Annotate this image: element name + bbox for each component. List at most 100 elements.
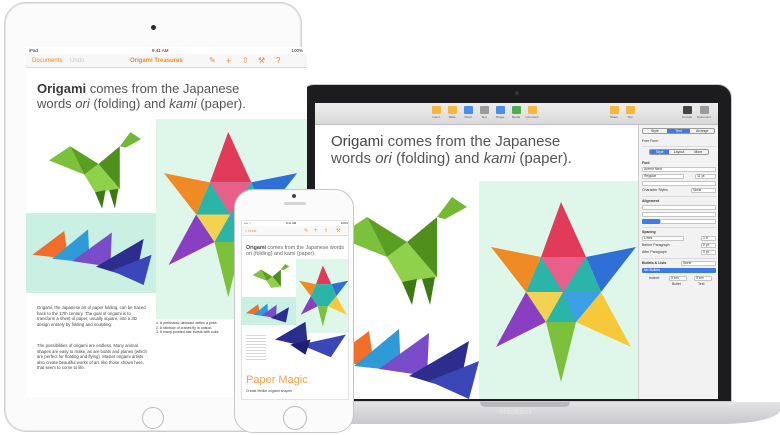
paper-magic-title[interactable]: Paper Magic — [246, 374, 346, 386]
format-inspector: Style Text Arrange Free Form Style Layou… — [638, 125, 718, 399]
tab-arrange[interactable]: Arrange — [690, 129, 714, 133]
table-icon — [447, 106, 457, 114]
subtab-style[interactable]: Style — [650, 150, 670, 154]
ipad-camera — [151, 25, 156, 30]
insert-button[interactable]: Insert — [429, 106, 443, 121]
tips-icon — [625, 106, 635, 114]
help-icon[interactable]: ? — [276, 54, 280, 68]
chart-button[interactable]: Chart — [461, 106, 475, 121]
share-button[interactable]: Share — [607, 106, 621, 121]
alignment-buttons[interactable] — [642, 205, 716, 210]
share-icon[interactable]: ⇧ — [242, 54, 249, 68]
ipad-dinosaur-image[interactable] — [40, 125, 150, 210]
subtab-layout[interactable]: Layout — [669, 150, 688, 154]
format-button[interactable]: Format — [680, 106, 694, 121]
inspector-tabs: Style Text Arrange — [642, 128, 715, 134]
documents-back-button[interactable]: Documents — [32, 54, 62, 68]
shape-button[interactable]: Shape — [493, 106, 507, 121]
font-style-select[interactable]: Regular — [642, 174, 684, 179]
iphone-speaker — [284, 202, 306, 205]
font-label: Font — [642, 161, 650, 165]
shape-icon — [495, 106, 505, 114]
iphone-navigation-bar: < Undo ✎ + ⇧ ⚒ — [242, 226, 348, 236]
tab-text[interactable]: Text — [666, 129, 691, 133]
document-icon — [699, 106, 709, 114]
pages-toolbar: Insert Table Chart Text Shape Media Comm… — [315, 103, 718, 125]
character-styles-select[interactable]: None — [691, 188, 716, 193]
comment-button[interactable]: Comment — [525, 106, 539, 121]
brush-icon[interactable]: ✎ — [209, 54, 216, 68]
iphone-document-heading[interactable]: Origami comes from the Japanese words or… — [246, 245, 346, 258]
iphone-device: •••• ⌔ 9:41 AM 100% < Undo ✎ + ⇧ ⚒ Origa… — [234, 189, 354, 433]
bullet-indent-label: Bullet — [672, 282, 681, 286]
vertical-alignment-buttons[interactable] — [660, 219, 716, 224]
indent-label: Indent: — [649, 276, 660, 280]
undo-back-button[interactable]: < Undo — [245, 226, 256, 236]
bullets-lists-select[interactable]: None — [681, 261, 716, 266]
undo-button[interactable]: Undo — [70, 54, 84, 68]
wrench-icon[interactable]: ⚒ — [336, 226, 340, 236]
font-size-field[interactable]: 11 pt — [695, 174, 716, 179]
media-icon — [511, 106, 521, 114]
document-title[interactable]: Origami Treasures — [130, 54, 183, 68]
media-button[interactable]: Media — [509, 106, 523, 121]
share-icon[interactable]: ⇧ — [324, 226, 328, 236]
alignment-label: Alignment — [642, 199, 660, 203]
iphone-text-lines — [246, 333, 266, 361]
document-canvas[interactable]: Origami comes from the Japanese words ori… — [315, 125, 638, 399]
indent-buttons[interactable] — [642, 212, 716, 217]
iphone-home-button[interactable] — [283, 406, 307, 430]
chart-icon — [463, 106, 473, 114]
divider — [642, 258, 716, 259]
tips-button[interactable]: Tips — [623, 106, 637, 121]
macbook-notch — [480, 402, 570, 407]
macbook-label: MacBook — [499, 409, 533, 416]
alignment-left-active[interactable] — [642, 219, 660, 224]
divider — [642, 196, 716, 197]
iphone-large-crane-image[interactable] — [270, 317, 346, 361]
ipad-document-heading[interactable]: Origami comes from the Japanese words or… — [37, 81, 277, 111]
iphone-pages-screen: •••• ⌔ 9:41 AM 100% < Undo ✎ + ⇧ ⚒ Origa… — [241, 220, 349, 400]
share-icon — [609, 106, 619, 114]
before-paragraph-field[interactable]: 0 pt — [701, 243, 716, 248]
divider — [642, 146, 716, 147]
macbook-display: Insert Table Chart Text Shape Media Comm… — [300, 84, 732, 402]
ipad-navigation-bar: Documents Undo Origami Treasures ✎ + ⇧ ⚒… — [26, 54, 307, 68]
battery-indicator: 100% — [291, 48, 303, 53]
pages-window: Insert Table Chart Text Shape Media Comm… — [315, 103, 718, 399]
ipad-paragraph-2[interactable]: The possibilities of origami are endless… — [37, 343, 149, 371]
text-icon — [479, 106, 489, 114]
iphone-dinosaur-image[interactable] — [248, 261, 294, 295]
insert-icon — [431, 106, 441, 114]
spacing-label: Spacing — [642, 230, 656, 234]
ipad-cranes-image[interactable] — [30, 223, 154, 285]
comment-icon — [527, 106, 537, 114]
document-heading[interactable]: Origami comes from the Japanese words ori… — [331, 133, 621, 167]
add-icon[interactable]: + — [226, 54, 231, 68]
add-icon[interactable]: + — [314, 226, 318, 236]
carrier-label: iPad — [29, 48, 39, 53]
ipad-home-button[interactable] — [142, 407, 164, 429]
font-name-select[interactable]: Avenir Next — [642, 167, 716, 172]
tab-style[interactable]: Style — [643, 129, 667, 133]
text-button[interactable]: Text — [477, 106, 491, 121]
text-indent-label: Text — [698, 282, 705, 286]
document-button[interactable]: Document — [697, 106, 711, 121]
spacing-mode-select[interactable]: Lines — [642, 236, 684, 241]
wrench-icon[interactable]: ⚒ — [258, 54, 265, 68]
macbook-camera — [515, 91, 519, 95]
paragraph-style-name[interactable]: Free Form — [642, 138, 716, 144]
ipad-paragraph-1[interactable]: Origami, the Japanese art of paper foldi… — [37, 305, 149, 327]
origami-star-image[interactable] — [491, 197, 638, 387]
subtab-more[interactable]: More — [689, 150, 708, 154]
iphone-camera — [292, 194, 296, 198]
brush-icon[interactable]: ✎ — [304, 226, 308, 236]
spacing-value-field[interactable]: 1.0 — [701, 236, 716, 241]
divider — [642, 227, 716, 228]
paper-magic-subtitle[interactable]: Create lifelike origami shapes — [246, 389, 346, 393]
after-paragraph-field[interactable]: 0 pt — [701, 250, 716, 255]
table-button[interactable]: Table — [445, 106, 459, 121]
clock: 9:41 AM — [152, 48, 169, 53]
bullet-type-select[interactable]: No Bullets — [642, 268, 716, 273]
font-format-buttons[interactable] — [642, 181, 716, 186]
